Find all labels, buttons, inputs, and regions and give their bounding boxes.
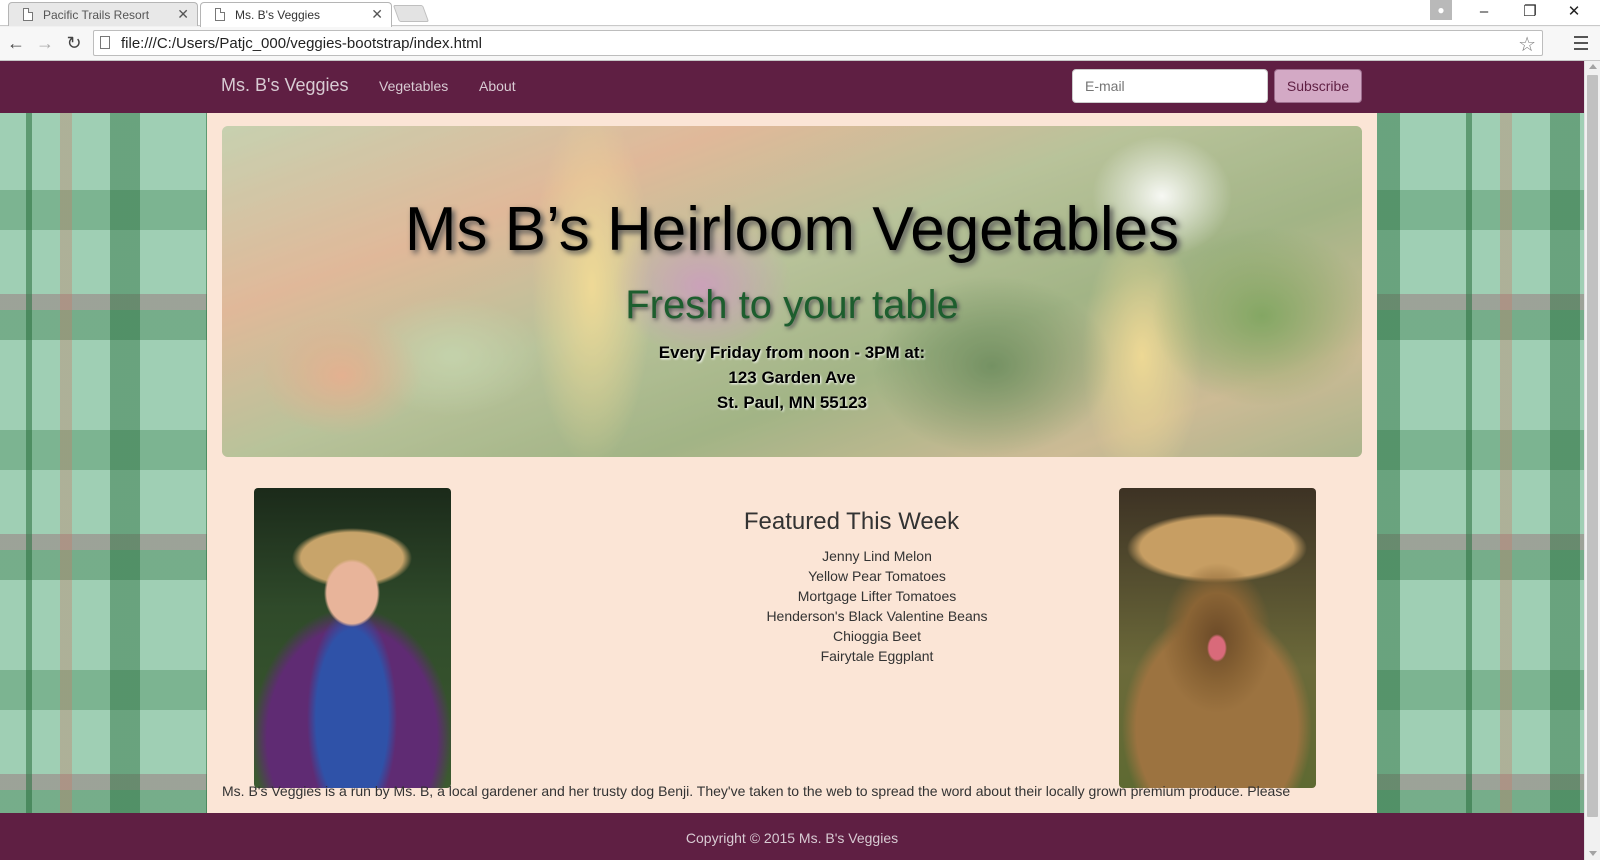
minimize-icon[interactable]: – <box>1462 0 1506 24</box>
tab-close-icon[interactable]: ✕ <box>371 6 383 23</box>
nav-link-vegetables[interactable]: Vegetables <box>379 78 448 94</box>
featured-list: Jenny Lind Melon Yellow Pear Tomatoes Mo… <box>727 546 1027 666</box>
address-url[interactable]: file:///C:/Users/Patjc_000/veggies-boots… <box>121 35 482 52</box>
scroll-down-icon[interactable] <box>1589 851 1597 856</box>
vertical-scrollbar[interactable] <box>1584 61 1600 860</box>
list-item: Jenny Lind Melon <box>822 548 932 564</box>
hero-schedule: Every Friday from noon - 3PM at: <box>658 343 926 362</box>
footer-copyright: Copyright © 2015 Ms. B's Veggies <box>685 830 899 846</box>
browser-tab-pacific-trails[interactable]: Pacific Trails Resort ✕ <box>8 2 198 26</box>
tab-close-icon[interactable]: ✕ <box>177 6 189 23</box>
list-item: Mortgage Lifter Tomatoes <box>797 588 957 604</box>
tab-title: Pacific Trails Resort <box>43 8 150 22</box>
star-icon[interactable]: ☆ <box>1518 32 1536 57</box>
site-footer: Copyright © 2015 Ms. B's Veggies <box>0 813 1584 860</box>
profile-icon[interactable]: ● <box>1430 0 1452 20</box>
main-container: Ms B’s Heirloom Vegetables Fresh to your… <box>207 113 1377 813</box>
back-arrow-icon[interactable]: ← <box>4 31 28 55</box>
page-icon <box>100 36 110 49</box>
benji-dog-photo <box>1119 488 1316 788</box>
restore-icon[interactable]: ❐ <box>1508 0 1552 24</box>
ms-b-photo <box>254 488 451 788</box>
site-navbar: Ms. B's Veggies Vegetables About Subscri… <box>0 61 1584 113</box>
nav-link-about[interactable]: About <box>479 78 516 94</box>
document-icon <box>215 8 225 21</box>
window-close-icon[interactable]: ✕ <box>1552 0 1596 24</box>
hero-title: Ms B’s Heirloom Vegetables <box>404 195 1180 264</box>
featured-heading: Featured This Week <box>743 508 960 535</box>
new-tab-button[interactable] <box>392 5 430 22</box>
reload-icon[interactable]: ↻ <box>62 31 86 55</box>
browser-tab-ms-b-veggies[interactable]: Ms. B's Veggies ✕ <box>200 2 392 27</box>
hero-address: Every Friday from noon - 3PM at: 123 Gar… <box>222 340 1362 415</box>
subscribe-button[interactable]: Subscribe <box>1274 69 1362 103</box>
intro-paragraph: Ms. B's Veggies is a run by Ms. B, a loc… <box>222 783 1291 799</box>
list-item: Henderson's Black Valentine Beans <box>766 608 988 624</box>
tab-title: Ms. B's Veggies <box>235 8 320 22</box>
forward-arrow-icon[interactable]: → <box>33 31 57 55</box>
scroll-up-icon[interactable] <box>1589 64 1597 69</box>
featured-section: Featured This Week Jenny Lind Melon Yell… <box>642 508 1027 666</box>
hero-subtitle: Fresh to your table <box>625 283 959 327</box>
site-brand[interactable]: Ms. B's Veggies <box>221 75 349 96</box>
hero-address-line1: 123 Garden Ave <box>728 368 856 387</box>
list-item: Chioggia Beet <box>833 628 921 644</box>
hero-jumbotron: Ms B’s Heirloom Vegetables Fresh to your… <box>222 126 1362 457</box>
list-item: Yellow Pear Tomatoes <box>808 568 946 584</box>
list-item: Fairytale Eggplant <box>820 648 934 664</box>
browser-toolbar: ← → ↻ file:///C:/Users/Patjc_000/veggies… <box>0 27 1600 61</box>
hero-address-line2: St. Paul, MN 55123 <box>716 393 868 412</box>
page-viewport: Ms. B's Veggies Vegetables About Subscri… <box>0 61 1584 860</box>
scrollbar-thumb[interactable] <box>1587 75 1598 817</box>
email-input[interactable] <box>1072 69 1268 103</box>
menu-icon[interactable] <box>1572 32 1590 54</box>
document-icon <box>23 8 33 21</box>
browser-tabstrip: Pacific Trails Resort ✕ Ms. B's Veggies … <box>0 0 1600 27</box>
address-bar[interactable]: file:///C:/Users/Patjc_000/veggies-boots… <box>93 30 1543 56</box>
